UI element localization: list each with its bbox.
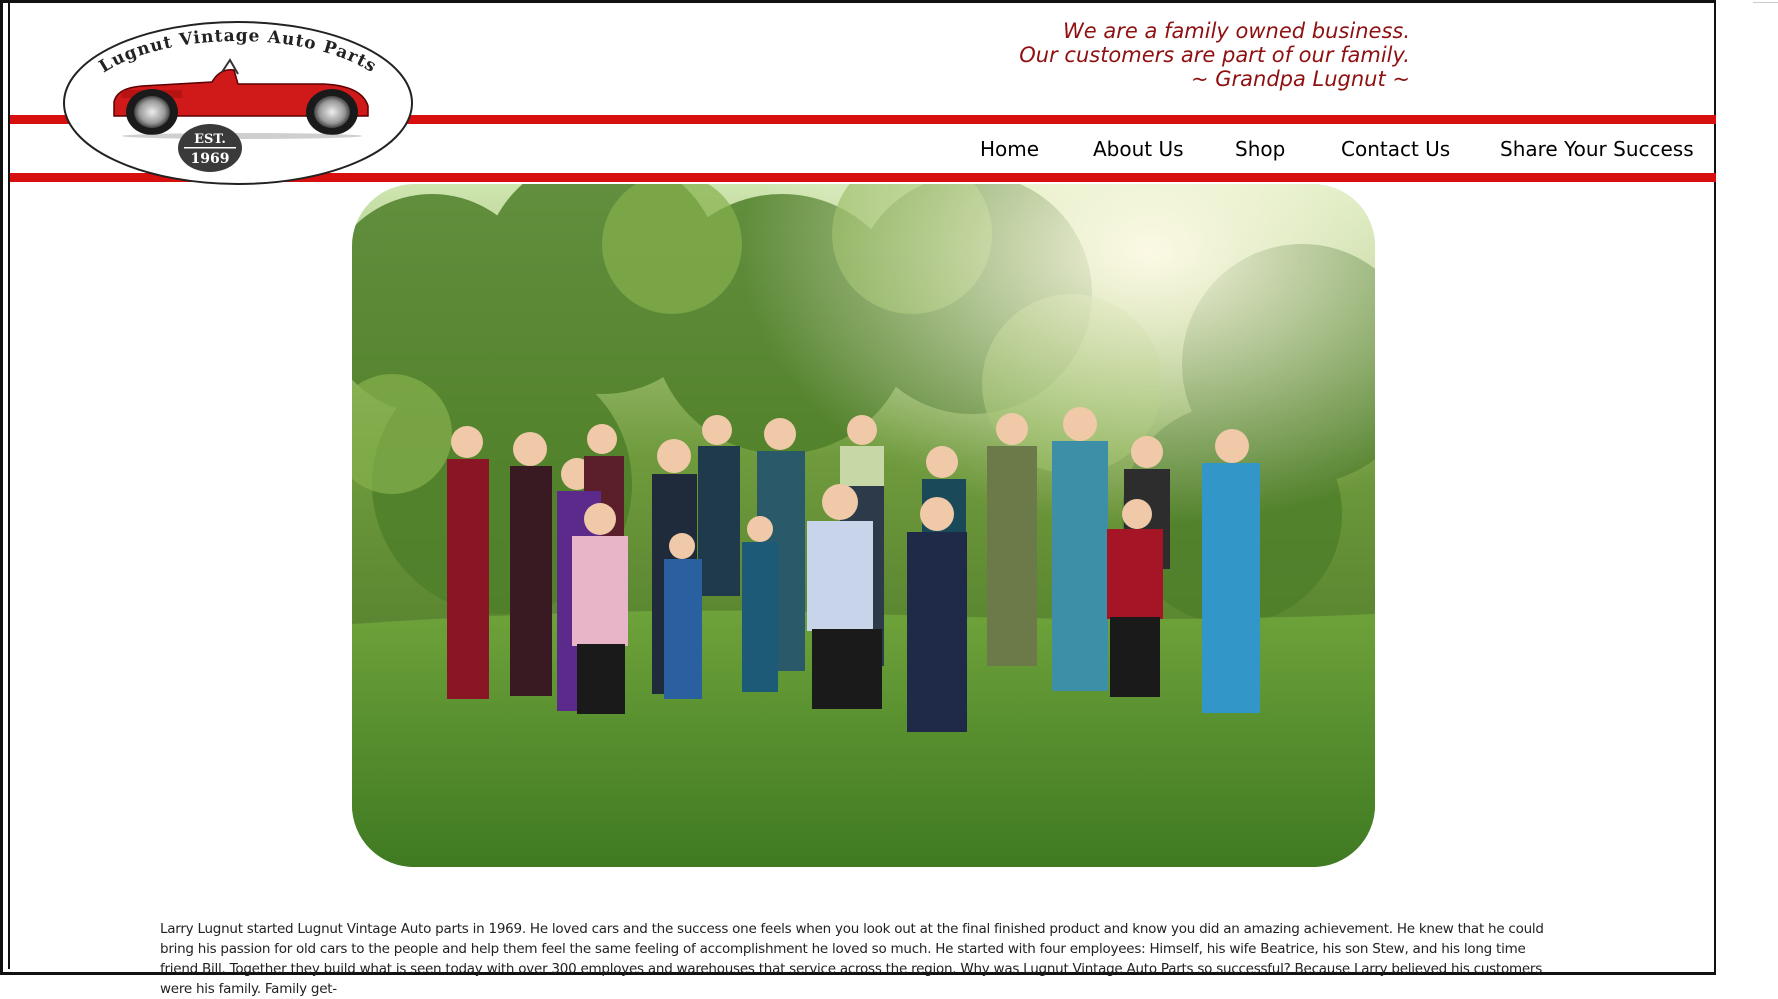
quote-line-1: We are a family owned business. <box>1063 19 1410 43</box>
right-divider <box>1753 2 1778 3</box>
nav-shop[interactable]: Shop <box>1235 137 1285 161</box>
family-photo <box>352 184 1375 867</box>
about-paragraph: Larry Lugnut started Lugnut Vintage Auto… <box>160 920 1544 997</box>
est-badge: EST. 1969 <box>178 124 242 172</box>
nav-about-us[interactable]: About Us <box>1093 137 1184 161</box>
nav-contact-us[interactable]: Contact Us <box>1341 137 1450 161</box>
nav-share-your-success[interactable]: Share Your Success <box>1500 137 1694 161</box>
family-photo-image <box>352 184 1375 867</box>
family-quote: We are a family owned business. Our cust… <box>1019 19 1410 91</box>
est-label: EST. <box>194 132 226 147</box>
nav-home[interactable]: Home <box>980 137 1039 161</box>
est-year: 1969 <box>191 151 230 167</box>
site-logo[interactable]: Lugnut Vintage Auto Parts EST. 1969 <box>62 20 414 186</box>
quote-line-2: Our customers are part of our family. <box>1019 43 1410 67</box>
quote-line-3: ~ Grandpa Lugnut ~ <box>1190 67 1410 91</box>
